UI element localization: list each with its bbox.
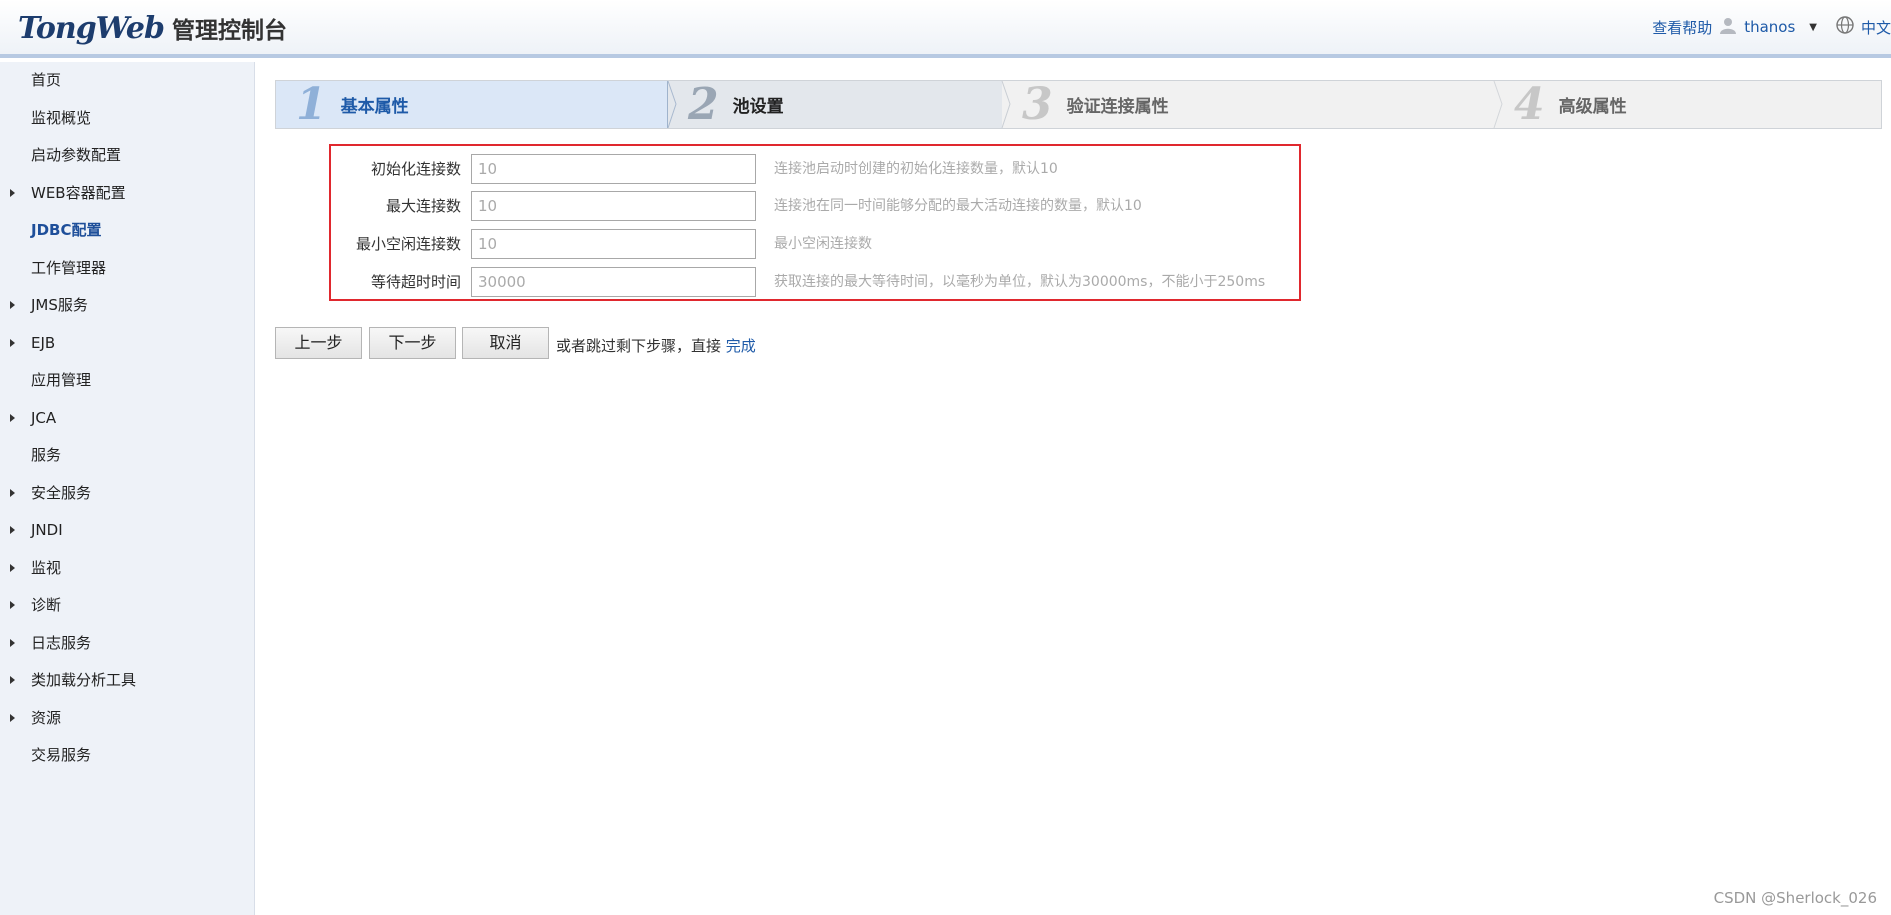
sidebar-item-security[interactable]: 安全服务 [0, 479, 255, 507]
help-link[interactable]: 查看帮助 [1652, 17, 1712, 38]
sidebar-item-resources[interactable]: 资源 [0, 704, 255, 732]
form-row-max-connections: 最大连接数 连接池在同一时间能够分配的最大活动连接的数量，默认10 [331, 189, 1301, 223]
form-row-wait-timeout: 等待超时时间 获取连接的最大等待时间，以毫秒为单位，默认为30000ms，不能小… [331, 265, 1301, 299]
expand-arrow-icon[interactable] [10, 414, 15, 422]
logo-suffix: 管理控制台 [172, 18, 287, 44]
sidebar-item-label: 类加载分析工具 [31, 671, 137, 689]
expand-arrow-icon[interactable] [10, 189, 15, 197]
max-connections-input[interactable] [471, 191, 756, 221]
sidebar-item-label: 诊断 [31, 596, 62, 614]
sidebar-item-monitor-overview[interactable]: 监视概览 [0, 104, 255, 132]
prev-button[interactable]: 上一步 [275, 327, 362, 359]
cancel-button[interactable]: 取消 [462, 327, 549, 359]
max-connections-hint: 连接池在同一时间能够分配的最大活动连接的数量，默认10 [774, 198, 1142, 214]
sidebar-item-transaction[interactable]: 交易服务 [0, 741, 255, 769]
skip-steps-text: 或者跳过剩下步骤，直接 完成 [556, 335, 756, 356]
top-header: TongWeb 管理控制台 查看帮助 thanos ▼ 中文 [0, 0, 1891, 58]
step-number: 2 [688, 79, 719, 130]
sidebar-item-label: JMS服务 [31, 296, 88, 314]
sidebar-item-services[interactable]: 服务 [0, 441, 255, 469]
max-connections-label: 最大连接数 [385, 197, 461, 215]
sidebar-item-label: JDBC配置 [31, 221, 102, 239]
step-label: 基本属性 [340, 97, 409, 117]
sidebar-item-label: 监视概览 [31, 109, 92, 127]
user-dropdown-icon[interactable]: ▼ [1809, 22, 1817, 33]
expand-arrow-icon[interactable] [10, 564, 15, 572]
sidebar-nav: 首页 监视概览 启动参数配置 WEB容器配置 JDBC配置 工作管理器 JMS服… [0, 62, 255, 915]
expand-arrow-icon[interactable] [10, 676, 15, 684]
sidebar-item-diagnostics[interactable]: 诊断 [0, 591, 255, 619]
initial-connections-hint: 连接池启动时创建的初始化连接数量，默认10 [774, 161, 1058, 177]
sidebar-item-app-management[interactable]: 应用管理 [0, 366, 255, 394]
expand-arrow-icon[interactable] [10, 489, 15, 497]
expand-arrow-icon[interactable] [10, 639, 15, 647]
wizard-steps: 1 基本属性 2 池设置 3 验证连接属性 4 高级属性 [275, 80, 1882, 129]
language-switch[interactable]: 中文 [1861, 17, 1891, 38]
min-idle-label: 最小空闲连接数 [355, 235, 461, 253]
finish-link[interactable]: 完成 [726, 337, 756, 355]
min-idle-hint: 最小空闲连接数 [774, 236, 872, 252]
sidebar-item-label: 首页 [31, 71, 62, 89]
sidebar-item-label: 日志服务 [31, 634, 92, 652]
sidebar-item-label: 应用管理 [31, 371, 92, 389]
sidebar-item-label: 交易服务 [31, 746, 92, 764]
sidebar-item-jdbc[interactable]: JDBC配置 [0, 216, 255, 244]
sidebar-item-label: 工作管理器 [31, 259, 107, 277]
user-name[interactable]: thanos [1744, 18, 1795, 36]
sidebar-item-label: 监视 [31, 559, 62, 577]
step-basic-properties[interactable]: 1 基本属性 [276, 81, 668, 128]
expand-arrow-icon[interactable] [10, 714, 15, 722]
step-validation-properties[interactable]: 3 验证连接属性 [1002, 81, 1494, 128]
expand-arrow-icon[interactable] [10, 526, 15, 534]
pool-settings-form: 初始化连接数 连接池启动时创建的初始化连接数量，默认10 最大连接数 连接池在同… [329, 144, 1301, 301]
logo-brand: TongWeb [18, 10, 165, 46]
watermark: CSDN @Sherlock_026 [1713, 889, 1877, 907]
sidebar-item-ejb[interactable]: EJB [0, 329, 255, 357]
sidebar-item-work-manager[interactable]: 工作管理器 [0, 254, 255, 282]
skip-steps-label: 或者跳过剩下步骤，直接 [556, 337, 722, 355]
sidebar-item-web-container[interactable]: WEB容器配置 [0, 179, 255, 207]
sidebar-item-label: JCA [31, 409, 57, 427]
initial-connections-label: 初始化连接数 [370, 160, 461, 178]
header-actions: 查看帮助 thanos ▼ 中文 [1652, 16, 1891, 38]
sidebar-item-log-service[interactable]: 日志服务 [0, 629, 255, 657]
step-number: 1 [296, 79, 327, 130]
tongweb-logo: TongWeb 管理控制台 [18, 10, 287, 46]
sidebar-item-monitoring[interactable]: 监视 [0, 554, 255, 582]
form-row-min-idle: 最小空闲连接数 最小空闲连接数 [331, 227, 1301, 261]
sidebar-item-home[interactable]: 首页 [0, 66, 255, 94]
step-number: 4 [1514, 79, 1545, 130]
sidebar-item-classloader-tool[interactable]: 类加载分析工具 [0, 666, 255, 694]
next-button[interactable]: 下一步 [369, 327, 456, 359]
step-number: 3 [1022, 79, 1053, 130]
expand-arrow-icon[interactable] [10, 339, 15, 347]
sidebar-item-label: 资源 [31, 709, 62, 727]
wait-timeout-hint: 获取连接的最大等待时间，以毫秒为单位，默认为30000ms，不能小于250ms [774, 274, 1266, 290]
min-idle-input[interactable] [471, 229, 756, 259]
sidebar-item-label: 服务 [31, 446, 62, 464]
sidebar-item-jndi[interactable]: JNDI [0, 516, 255, 544]
sidebar-item-jms[interactable]: JMS服务 [0, 291, 255, 319]
step-label: 验证连接属性 [1066, 97, 1169, 117]
sidebar-item-label: EJB [31, 334, 56, 352]
form-row-initial-connections: 初始化连接数 连接池启动时创建的初始化连接数量，默认10 [331, 152, 1301, 186]
step-advanced-properties[interactable]: 4 高级属性 [1494, 81, 1874, 128]
sidebar-item-startup-params[interactable]: 启动参数配置 [0, 141, 255, 169]
sidebar-item-label: WEB容器配置 [31, 184, 126, 202]
sidebar-item-label: 安全服务 [31, 484, 92, 502]
sidebar-item-label: JNDI [31, 521, 63, 539]
expand-arrow-icon[interactable] [10, 301, 15, 309]
step-label: 池设置 [732, 97, 784, 117]
initial-connections-input[interactable] [471, 154, 756, 184]
wait-timeout-input[interactable] [471, 267, 756, 297]
step-label: 高级属性 [1558, 97, 1627, 117]
step-pool-settings[interactable]: 2 池设置 [668, 81, 1002, 128]
user-icon [1718, 15, 1738, 39]
globe-icon[interactable] [1835, 15, 1855, 39]
expand-arrow-icon[interactable] [10, 601, 15, 609]
sidebar-item-jca[interactable]: JCA [0, 404, 255, 432]
wait-timeout-label: 等待超时时间 [370, 273, 461, 291]
sidebar-item-label: 启动参数配置 [31, 146, 122, 164]
